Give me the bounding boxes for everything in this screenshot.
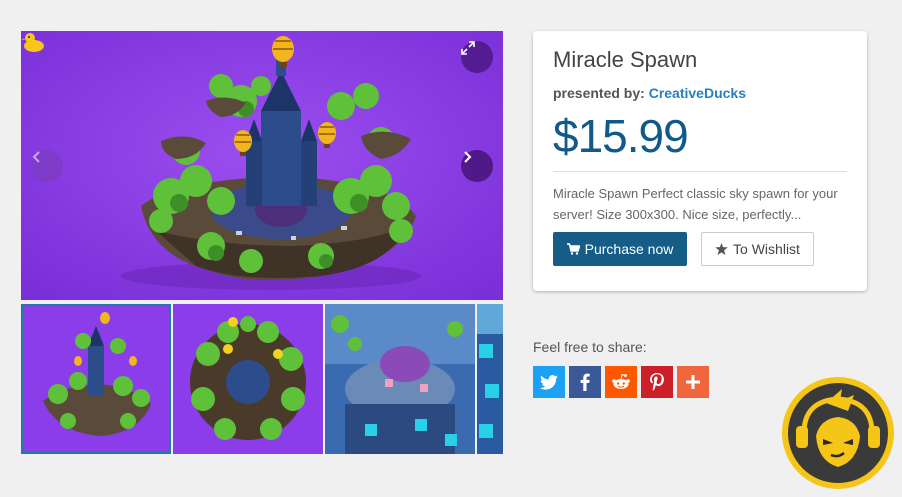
chevron-left-icon: [32, 151, 40, 163]
cart-icon: [566, 243, 580, 255]
presented-by: presented by: CreativeDucks: [553, 85, 746, 101]
share-label: Feel free to share:: [533, 339, 647, 355]
avatar[interactable]: [782, 377, 894, 489]
thumbnail-2[interactable]: [173, 304, 323, 454]
share-more-button[interactable]: [677, 366, 709, 398]
star-icon: [715, 243, 728, 255]
thumbnail-strip: [21, 304, 503, 454]
facebook-icon: [580, 373, 590, 391]
product-price: $15.99: [553, 110, 689, 162]
wishlist-label: To Wishlist: [733, 241, 800, 257]
share-twitter-button[interactable]: [533, 366, 565, 398]
product-description: Miracle Spawn Perfect classic sky spawn …: [553, 186, 838, 222]
duck-icon: [21, 33, 44, 52]
divider: [553, 171, 847, 172]
product-title: Miracle Spawn: [553, 47, 698, 72]
thumbnail-4[interactable]: [477, 304, 503, 454]
pinterest-icon: [650, 373, 664, 391]
wishlist-button[interactable]: To Wishlist: [701, 232, 814, 266]
author-link[interactable]: CreativeDucks: [649, 85, 746, 101]
purchase-label: Purchase now: [584, 241, 674, 257]
thumbnail-3[interactable]: [325, 304, 475, 454]
share-pinterest-button[interactable]: [641, 366, 673, 398]
chevron-right-icon: [464, 151, 472, 163]
share-buttons: [533, 366, 709, 398]
thumbnail-1[interactable]: [21, 304, 171, 454]
purchase-button[interactable]: Purchase now: [553, 232, 687, 266]
plus-icon: [686, 375, 700, 389]
prev-image-button[interactable]: [31, 150, 63, 182]
presented-by-label: presented by:: [553, 85, 645, 101]
twitter-icon: [540, 374, 558, 390]
reddit-icon: [612, 373, 630, 389]
product-card: Miracle Spawn presented by: CreativeDuck…: [533, 31, 867, 291]
next-image-button[interactable]: [461, 150, 493, 182]
avatar-icon: [788, 383, 888, 483]
fullscreen-button[interactable]: [461, 41, 493, 73]
hero-image[interactable]: [21, 31, 503, 300]
share-facebook-button[interactable]: [569, 366, 601, 398]
expand-icon: [461, 41, 475, 55]
share-reddit-button[interactable]: [605, 366, 637, 398]
